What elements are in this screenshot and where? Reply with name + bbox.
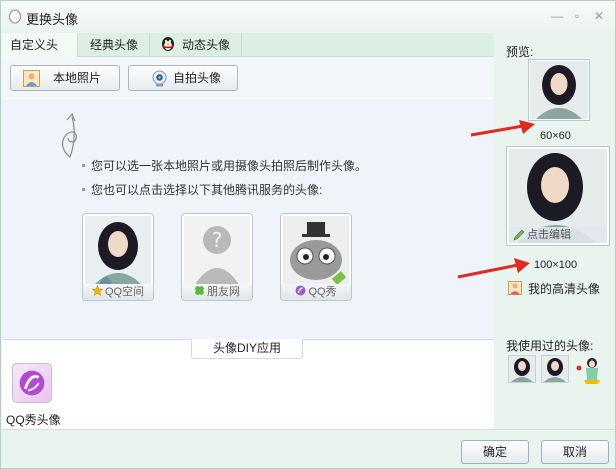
ok-button[interactable]: 确定 (461, 440, 529, 464)
used-avatar-2[interactable] (541, 355, 569, 383)
webcam-icon (152, 70, 167, 87)
preview-label: 预览: (506, 45, 534, 59)
selfie-button[interactable]: 自拍头像 (128, 65, 238, 91)
qzone-avatar-image (85, 216, 151, 286)
user-icon (508, 281, 522, 295)
local-photo-label: 本地照片 (53, 71, 102, 85)
used-avatar-1[interactable] (508, 355, 536, 383)
selfie-label: 自拍头像 (173, 71, 222, 85)
preview-60-image (530, 61, 588, 119)
edit-caption[interactable]: 点击编辑 (509, 227, 607, 243)
user-photo-icon (23, 70, 40, 87)
qqshow-app-label[interactable]: QQ秀头像 (6, 411, 61, 428)
dialog-footer: 确定 取消 (1, 429, 615, 468)
annotation-arrow-60 (470, 120, 535, 137)
preview-100-thumbnail[interactable]: 点击编辑 (506, 146, 610, 246)
used-avatar-3[interactable] (574, 355, 602, 384)
cancel-button[interactable]: 取消 (541, 440, 609, 464)
service-pengyou[interactable]: ? 朋友网 (181, 213, 253, 301)
spiral-arrow-icon (61, 112, 77, 158)
tab-dynamic-avatar[interactable]: 动态头像 (150, 33, 242, 57)
qqshow-avatar-image (283, 216, 349, 286)
avatar-source-panel: 您可以选一张本地照片或用摄像头拍照后制作头像。 您也可以点击选择以下其他腾讯服务… (2, 99, 494, 339)
used-avatar-3-image (576, 358, 600, 384)
qqshow-small-icon (295, 285, 306, 296)
clover-icon (195, 286, 204, 295)
pencil-icon (513, 229, 525, 241)
qqshow-logo-icon (19, 370, 45, 396)
service-caption: 朋友网 (182, 284, 252, 300)
service-qqshow[interactable]: QQ秀 (280, 213, 352, 301)
avatar-dialog: 更换头像 — ▫ ✕ 自定义头像 经典头像 动态头像 (0, 0, 616, 469)
hd-avatar-link[interactable]: 我的高清头像 (508, 280, 600, 297)
preview-size-small: 60×60 (540, 130, 571, 142)
service-qzone[interactable]: QQ空间 (82, 213, 154, 301)
info-text-services: 您也可以点击选择以下其他腾讯服务的头像: (82, 181, 322, 198)
main-panel: 自定义头像 经典头像 动态头像 (2, 33, 494, 429)
restore-button[interactable]: ▫ (569, 9, 585, 23)
service-caption: QQ空间 (83, 284, 153, 300)
tab-custom-avatar[interactable]: 自定义头像 (2, 33, 78, 76)
pengyou-placeholder-image: ? (184, 216, 250, 286)
penguin-icon (162, 37, 174, 51)
svg-text:?: ? (212, 228, 223, 252)
annotation-arrow-100 (457, 258, 530, 279)
minimize-button[interactable]: — (549, 9, 565, 23)
preview-60-thumbnail (528, 59, 590, 121)
close-button[interactable]: ✕ (591, 9, 607, 23)
action-toolbar: 本地照片 自拍头像 (2, 58, 494, 98)
info-text-local: 您可以选一张本地照片或用摄像头拍照后制作头像。 (82, 157, 367, 174)
qqshow-app-icon[interactable] (12, 363, 52, 403)
tab-label: 动态头像 (182, 38, 231, 52)
used-avatar-1-image (509, 356, 535, 382)
local-photo-button[interactable]: 本地照片 (10, 65, 120, 91)
tab-label: 经典头像 (90, 38, 139, 52)
used-avatar-2-image (542, 356, 568, 382)
service-caption: QQ秀 (281, 284, 351, 300)
diy-apps-tab[interactable]: 头像DIY应用 (191, 339, 303, 359)
tab-classic-avatar[interactable]: 经典头像 (78, 33, 150, 57)
used-avatars-label: 我使用过的头像: (506, 339, 594, 353)
qq-penguin-icon (9, 9, 21, 24)
window-title: 更换头像 (26, 12, 79, 27)
tab-bar: 自定义头像 经典头像 动态头像 (2, 33, 494, 76)
star-icon (91, 284, 104, 296)
preview-panel: 预览: 60×60 点击编辑 100×100 我的高清头像 我使用过的头像: (494, 33, 615, 429)
preview-size-large: 100×100 (534, 259, 578, 271)
title-bar[interactable]: 更换头像 — ▫ ✕ (1, 1, 615, 33)
